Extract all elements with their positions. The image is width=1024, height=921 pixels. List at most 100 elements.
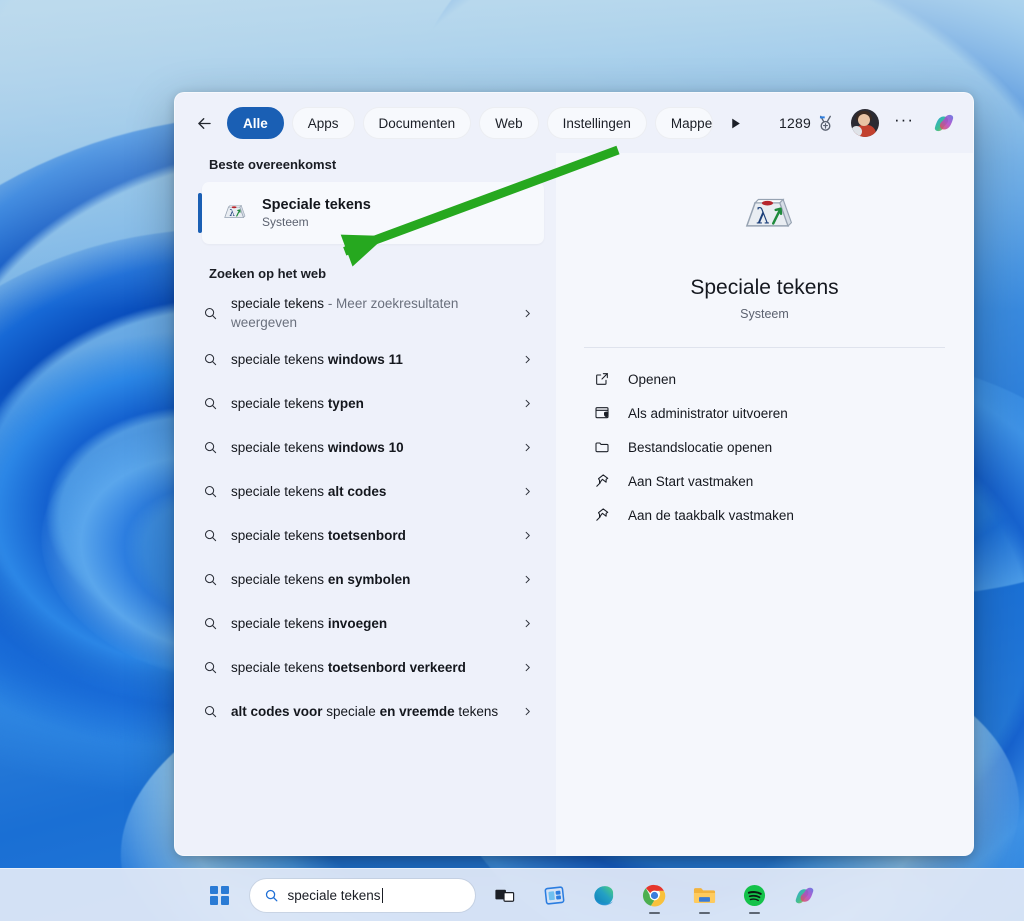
widgets-icon [543,884,566,907]
web-search-heading: Zoeken op het web [175,244,556,289]
text-caret [382,888,383,903]
rewards-button[interactable]: 1289 [774,111,840,136]
taskbar-item-verkenner[interactable] [685,873,725,917]
task-view-icon [493,884,516,907]
action-aan-start-vastmaken[interactable]: Aan Start vastmaken [580,464,949,498]
tab-apps[interactable]: Apps [292,107,355,139]
taskbar-search-input[interactable]: speciale tekens [288,888,383,903]
chevron-right-icon[interactable] [520,574,534,585]
action-bestandslocatie-openen[interactable]: Bestandslocatie openen [580,430,949,464]
search-icon [264,888,279,903]
app-actions-list: Openen Als administrator uitvoeren [580,348,949,532]
chevron-right-icon[interactable] [520,308,534,319]
desktop: Alle Apps Documenten Web Instellingen Ma… [0,0,1024,921]
taskbar-item-google-chrome[interactable] [635,873,675,917]
search-icon [199,484,221,499]
spotify-icon [742,883,767,908]
character-map-keycap-icon: λ [218,198,248,228]
search-flyout-panel: Alle Apps Documenten Web Instellingen Ma… [174,92,974,856]
taskbar-item-microsoft-edge[interactable] [585,873,625,917]
app-subtitle: Systeem [580,307,949,321]
best-match-title: Speciale tekens [262,197,371,213]
action-label: Bestandslocatie openen [628,440,772,455]
file-explorer-icon [692,883,717,908]
avatar[interactable] [851,109,879,137]
tab-instellingen[interactable]: Instellingen [547,107,647,139]
chevron-right-icon[interactable] [520,530,534,541]
search-icon [199,396,221,411]
chevron-right-icon[interactable] [520,706,534,717]
taskbar-item-spotify[interactable] [735,873,775,917]
web-result-item[interactable]: speciale tekens alt codes [187,469,544,513]
best-match-heading: Beste overeenkomst [175,153,556,180]
chrome-icon [642,883,667,908]
web-result-item[interactable]: speciale tekens toetsenbord [187,513,544,557]
search-icon [199,528,221,543]
best-match-subtitle: Systeem [262,215,371,229]
web-result-item[interactable]: speciale tekens toetsenbord verkeerd [187,645,544,689]
windows-logo-icon [210,886,229,905]
taskbar-item-copilot[interactable] [785,873,825,917]
web-result-item[interactable]: speciale tekens typen [187,381,544,425]
search-icon [199,660,221,675]
chevron-right-icon[interactable] [520,486,534,497]
web-result-label: speciale tekens en symbolen [221,570,520,589]
web-result-item[interactable]: speciale tekens - Meer zoekresultaten we… [187,289,544,337]
best-match-result[interactable]: λ Speciale tekens Systeem [202,182,544,244]
action-label: Aan de taakbalk vastmaken [628,508,794,523]
running-indicator [699,912,710,915]
tab-documenten[interactable]: Documenten [363,107,472,139]
tab-mappen[interactable]: Mappe [655,107,713,139]
tab-web[interactable]: Web [479,107,539,139]
tab-alle[interactable]: Alle [227,107,284,139]
open-external-icon [594,371,618,387]
play-triangle-icon [729,117,742,130]
chevron-right-icon[interactable] [520,354,534,365]
web-result-item[interactable]: speciale tekens invoegen [187,601,544,645]
results-pane: Beste overeenkomst λ Speciale tekens Sys… [175,153,556,855]
web-result-label: speciale tekens toetsenbord verkeerd [221,658,520,677]
start-button[interactable] [200,875,240,915]
edge-icon [592,883,617,908]
taskbar-item-widgets[interactable] [535,873,575,917]
rewards-medal-icon [816,114,835,133]
chevron-right-icon[interactable] [520,398,534,409]
search-icon [199,306,221,321]
action-als-administrator-uitvoeren[interactable]: Als administrator uitvoeren [580,396,949,430]
copilot-icon [792,883,817,908]
chevron-right-icon[interactable] [520,618,534,629]
web-result-item[interactable]: speciale tekens en symbolen [187,557,544,601]
running-indicator [649,912,660,915]
search-icon [199,352,221,367]
filter-tabs: Alle Apps Documenten Web Instellingen Ma… [227,107,713,139]
app-title: Speciale tekens [580,276,949,300]
character-map-keycap-icon: λ [732,183,798,249]
taskbar-search-box[interactable]: speciale tekens [250,879,475,912]
web-result-item[interactable]: alt codes voor speciale en vreemde teken… [187,689,544,733]
svg-text:λ: λ [755,204,769,229]
action-openen[interactable]: Openen [580,362,949,396]
chevron-right-icon[interactable] [520,662,534,673]
web-result-item[interactable]: speciale tekens windows 11 [187,337,544,381]
action-aan-de-taakbalk-vastmaken[interactable]: Aan de taakbalk vastmaken [580,498,949,532]
more-options-button[interactable]: ··· [890,109,918,137]
tabs-overflow-button[interactable] [723,110,749,136]
back-button[interactable] [189,108,219,138]
search-icon [199,616,221,631]
web-result-label: speciale tekens invoegen [221,614,520,633]
web-result-label: speciale tekens typen [221,394,520,413]
taskbar-item-taakweergave[interactable] [485,873,525,917]
folder-icon [594,439,618,455]
chevron-right-icon[interactable] [520,442,534,453]
svg-text:λ: λ [229,209,235,219]
search-header: Alle Apps Documenten Web Instellingen Ma… [175,93,973,153]
taskbar: speciale tekens [0,868,1024,921]
web-result-item[interactable]: speciale tekens windows 10 [187,425,544,469]
web-results-list: speciale tekens - Meer zoekresultaten we… [175,289,556,733]
search-icon [199,704,221,719]
web-result-label: alt codes voor speciale en vreemde teken… [221,702,520,721]
copilot-icon [931,110,957,136]
action-label: Aan Start vastmaken [628,474,753,489]
copilot-button[interactable] [929,108,959,138]
action-label: Openen [628,372,676,387]
